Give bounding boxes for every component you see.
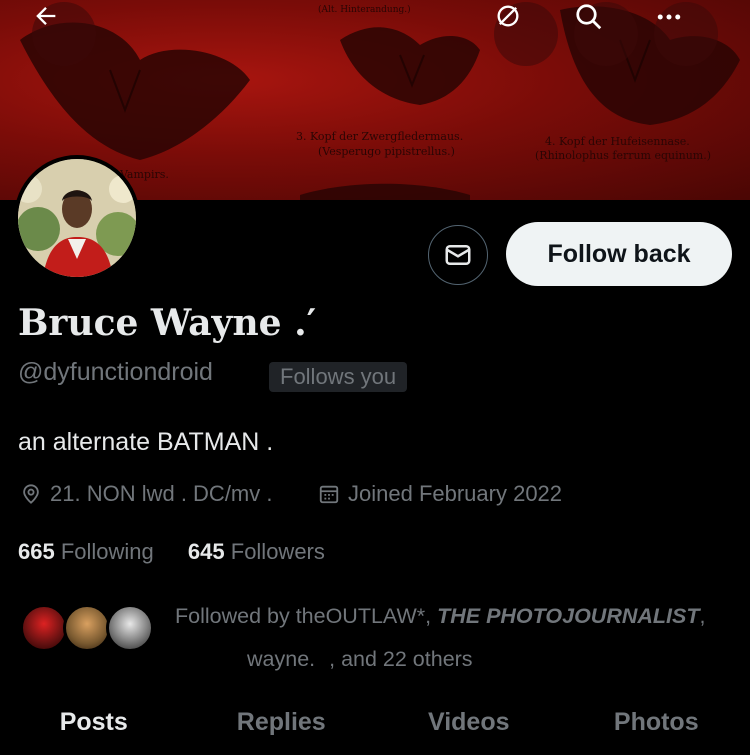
following-label: Following (60, 539, 154, 564)
mail-icon (445, 245, 471, 265)
followers-count: 645 (187, 539, 225, 564)
more-button[interactable] (654, 2, 718, 66)
followed-by-suffix: , and 22 others (329, 647, 473, 671)
grok-icon (497, 5, 519, 27)
follow-back-button[interactable]: Follow back (506, 222, 732, 286)
joined-text: Joined February 2022 (348, 481, 563, 506)
message-button[interactable] (428, 225, 488, 285)
calendar-icon (319, 485, 339, 504)
follow-stats: 665 Following 645 Followers (18, 539, 325, 565)
profile-tabs: Posts Replies Videos Photos (0, 690, 750, 755)
location-pin-icon (23, 484, 39, 504)
profile-avatar[interactable] (14, 155, 140, 281)
user-handle: @dyfunctiondroid (18, 358, 213, 386)
avatar-image (18, 159, 136, 277)
follows-you-badge: Follows you (269, 362, 408, 392)
tab-videos[interactable]: Videos (375, 690, 563, 755)
followers-label: Followers (230, 539, 325, 564)
location-text: 21. NON lwd . DC/mv . (50, 481, 273, 506)
tab-posts[interactable]: Posts (0, 690, 188, 755)
banner-caption-2: (Vesperugo pipistrellus.) (318, 145, 455, 158)
followed-by-prefix: Followed by theOUTLAW*, (175, 604, 432, 628)
joined-item: Joined February 2022 (318, 481, 562, 507)
followed-by-text[interactable]: Followed by theOUTLAW*, THE PHOTOJOURNAL… (175, 595, 735, 681)
following-link[interactable]: 665 Following (18, 539, 154, 564)
banner-caption-1: 3. Kopf der Zwergfledermaus. (296, 130, 463, 143)
banner-caption-6: (Alt. Hinterandung.) (318, 4, 411, 15)
followed-by-third: wayne. (247, 647, 316, 671)
followed-by-second: THE PHOTOJOURNALIST (437, 604, 700, 628)
following-count: 665 (18, 539, 55, 564)
location-item: 21. NON lwd . DC/mv . (20, 481, 272, 507)
follower-avatar-3 (106, 604, 154, 652)
follower-avatar-1 (20, 604, 68, 652)
back-button[interactable] (32, 2, 96, 66)
banner-caption-3: 4. Kopf der Hufeisennase. (545, 135, 690, 148)
more-icon (657, 14, 681, 20)
bio-text: an alternate BATMAN . (18, 428, 274, 456)
display-name: Bruce Wayne .′ (18, 302, 317, 344)
followers-link[interactable]: 645 Followers (188, 539, 325, 564)
search-icon (576, 4, 602, 30)
arrow-left-icon (36, 7, 56, 25)
grok-button[interactable] (494, 2, 558, 66)
follower-avatar-2 (63, 604, 111, 652)
tab-replies[interactable]: Replies (188, 690, 376, 755)
tab-photos[interactable]: Photos (563, 690, 750, 755)
search-button[interactable] (574, 2, 638, 66)
banner-caption-4: (Rhinolophus ferrum equinum.) (535, 149, 711, 162)
